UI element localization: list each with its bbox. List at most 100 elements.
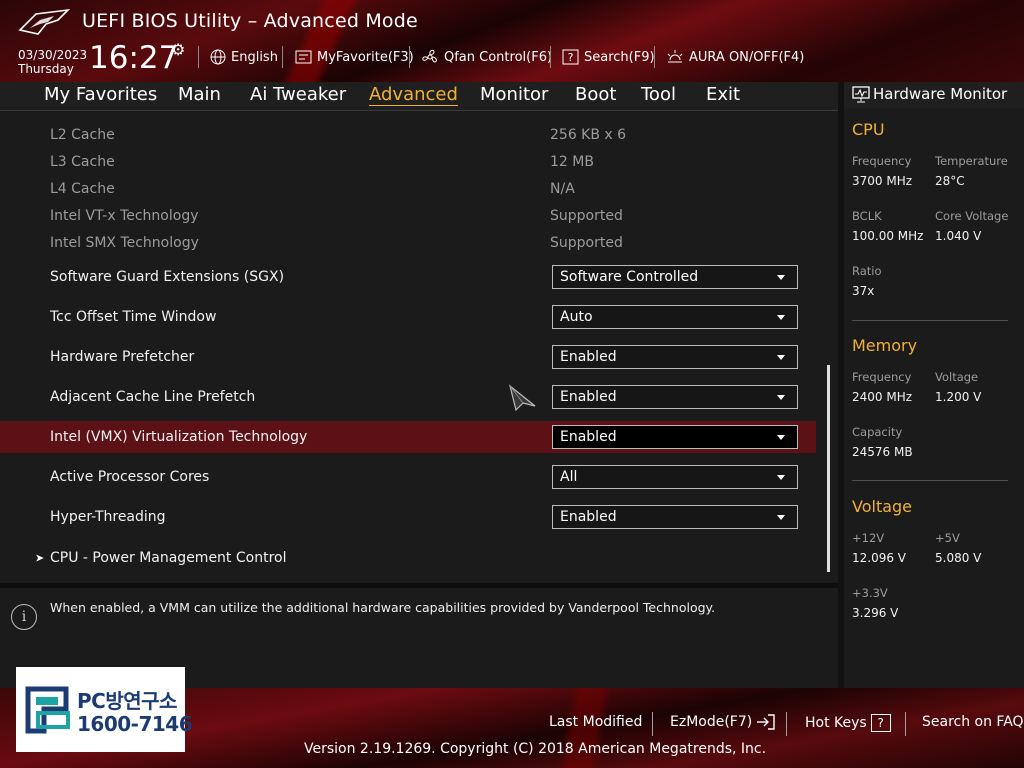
hardware-monitor-title: Hardware Monitor bbox=[873, 85, 1008, 103]
hot-keys-button[interactable]: Hot Keys ? bbox=[805, 714, 891, 732]
chevron-down-icon bbox=[777, 355, 785, 360]
hw-prefetcher-dropdown[interactable]: Enabled bbox=[552, 345, 798, 369]
search-faq-label: Search on FAQ bbox=[922, 714, 1024, 730]
active-cores-dropdown[interactable]: All bbox=[552, 465, 798, 489]
divider bbox=[198, 46, 199, 68]
setting-value: 256 KB x 6 bbox=[550, 127, 627, 143]
watermark-phone: 1600-7146 bbox=[77, 712, 193, 736]
search-button[interactable]: ? Search(F9) bbox=[562, 47, 655, 67]
divider bbox=[550, 46, 551, 68]
qfan-button[interactable]: Qfan Control(F6) bbox=[421, 47, 552, 67]
myfavorite-button[interactable]: MyFavorite(F3) bbox=[295, 47, 414, 67]
svg-text:?: ? bbox=[568, 51, 574, 64]
chevron-down-icon bbox=[777, 315, 785, 320]
tab-main[interactable]: Main bbox=[178, 84, 221, 105]
gear-icon[interactable]: ⚙ bbox=[171, 40, 185, 59]
tab-tool[interactable]: Tool bbox=[641, 84, 676, 105]
tcc-offset-dropdown[interactable]: Auto bbox=[552, 305, 798, 329]
aura-button[interactable]: AURA ON/OFF(F4) bbox=[666, 47, 804, 67]
divider bbox=[786, 712, 787, 736]
setting-label: Adjacent Cache Line Prefetch bbox=[50, 389, 256, 405]
hardware-monitor-icon bbox=[852, 86, 870, 103]
option-row-hw-prefetcher[interactable]: Hardware Prefetcher Enabled bbox=[0, 341, 816, 373]
main-panel: My Favorites Main Ai Tweaker Advanced Mo… bbox=[0, 82, 838, 688]
core-voltage-label: Core Voltage bbox=[935, 209, 1009, 223]
hardware-monitor-panel: Hardware Monitor CPU Frequency Temperatu… bbox=[844, 82, 1024, 688]
option-row-adjacent-cache[interactable]: Adjacent Cache Line Prefetch Enabled bbox=[0, 381, 816, 413]
chevron-down-icon bbox=[777, 275, 785, 280]
memory-heading: Memory bbox=[852, 336, 918, 355]
info-icon: i bbox=[11, 604, 37, 630]
fan-icon bbox=[422, 49, 437, 63]
aura-label: AURA ON/OFF(F4) bbox=[689, 49, 805, 65]
setting-label: L2 Cache bbox=[50, 127, 115, 143]
cpu-temperature-value: 28°C bbox=[935, 174, 965, 188]
chevron-down-icon bbox=[777, 435, 785, 440]
ezmode-button[interactable]: EzMode(F7) bbox=[670, 714, 776, 730]
app-title: UEFI BIOS Utility – Advanced Mode bbox=[82, 10, 418, 32]
settings-list: L2 Cache 256 KB x 6 L3 Cache 12 MB L4 Ca… bbox=[0, 112, 838, 578]
bclk-value: 100.00 MHz bbox=[852, 229, 924, 243]
tab-advanced[interactable]: Advanced bbox=[369, 84, 458, 106]
memory-frequency-value: 2400 MHz bbox=[852, 390, 913, 404]
tab-exit[interactable]: Exit bbox=[706, 84, 740, 105]
aura-icon bbox=[667, 50, 683, 63]
mouse-pointer-icon bbox=[508, 384, 536, 412]
tab-ai-tweaker[interactable]: Ai Tweaker bbox=[250, 84, 346, 105]
setting-label: Intel VT-x Technology bbox=[50, 208, 199, 224]
last-modified-label: Last Modified bbox=[549, 714, 643, 730]
option-row-active-cores[interactable]: Active Processor Cores All bbox=[0, 461, 816, 493]
v5-label: +5V bbox=[935, 531, 960, 545]
divider bbox=[852, 320, 1008, 321]
version-text: Version 2.19.1269. Copyright (C) 2018 Am… bbox=[304, 741, 767, 757]
last-modified-button[interactable]: Last Modified bbox=[549, 714, 642, 730]
sgx-dropdown[interactable]: Software Controlled bbox=[552, 265, 798, 289]
setting-label: Tcc Offset Time Window bbox=[50, 309, 217, 325]
ezmode-label: EzMode(F7) bbox=[670, 714, 753, 730]
scrollbar[interactable] bbox=[827, 365, 830, 572]
language-button[interactable]: English bbox=[210, 47, 278, 67]
option-row-tcc-offset[interactable]: Tcc Offset Time Window Auto bbox=[0, 301, 816, 333]
tab-bar: My Favorites Main Ai Tweaker Advanced Mo… bbox=[0, 82, 838, 111]
ratio-value: 37x bbox=[852, 284, 875, 298]
info-row-smx: Intel SMX Technology Supported bbox=[0, 227, 816, 259]
chevron-right-icon: ➤ bbox=[35, 551, 45, 565]
clock[interactable]: 16:27 bbox=[89, 40, 178, 76]
myfavorite-label: MyFavorite(F3) bbox=[317, 49, 414, 65]
search-label: Search(F9) bbox=[584, 49, 655, 65]
tab-boot[interactable]: Boot bbox=[575, 84, 616, 105]
core-voltage-value: 1.040 V bbox=[935, 229, 982, 243]
setting-value: N/A bbox=[550, 181, 575, 197]
setting-label: L3 Cache bbox=[50, 154, 115, 170]
hot-keys-label: Hot Keys bbox=[805, 715, 867, 731]
divider bbox=[905, 712, 906, 736]
vmx-dropdown[interactable]: Enabled bbox=[552, 425, 798, 449]
option-row-vmx[interactable]: Intel (VMX) Virtualization Technology En… bbox=[0, 421, 816, 453]
dropdown-value: Auto bbox=[560, 309, 593, 325]
adjacent-cache-dropdown[interactable]: Enabled bbox=[552, 385, 798, 409]
tab-monitor[interactable]: Monitor bbox=[480, 84, 548, 105]
submenu-cpu-power-management[interactable]: ➤ CPU - Power Management Control bbox=[0, 542, 816, 574]
tab-my-favorites[interactable]: My Favorites bbox=[44, 84, 157, 105]
setting-label: Intel (VMX) Virtualization Technology bbox=[50, 429, 308, 445]
cpu-temperature-label: Temperature bbox=[935, 154, 1008, 168]
memory-voltage-value: 1.200 V bbox=[935, 390, 982, 404]
top-bar: UEFI BIOS Utility – Advanced Mode 03/30/… bbox=[0, 0, 1024, 82]
option-row-sgx[interactable]: Software Guard Extensions (SGX) Software… bbox=[0, 261, 816, 293]
capacity-label: Capacity bbox=[852, 425, 903, 439]
setting-value: 12 MB bbox=[550, 154, 594, 170]
bclk-label: BCLK bbox=[852, 209, 882, 223]
divider bbox=[282, 46, 283, 68]
voltage-heading: Voltage bbox=[852, 497, 913, 516]
hyper-threading-dropdown[interactable]: Enabled bbox=[552, 505, 798, 529]
language-label: English bbox=[231, 49, 278, 65]
cpu-heading: CPU bbox=[852, 120, 885, 139]
day-text: Thursday bbox=[18, 62, 74, 76]
divider bbox=[652, 712, 653, 736]
divider bbox=[654, 46, 655, 68]
search-faq-button[interactable]: Search on FAQ bbox=[922, 714, 1024, 730]
dropdown-value: Enabled bbox=[560, 429, 617, 445]
memory-voltage-label: Voltage bbox=[935, 370, 979, 384]
option-row-hyper-threading[interactable]: Hyper-Threading Enabled bbox=[0, 501, 816, 533]
watermark-badge: PC방연구소 1600-7146 bbox=[16, 667, 193, 752]
